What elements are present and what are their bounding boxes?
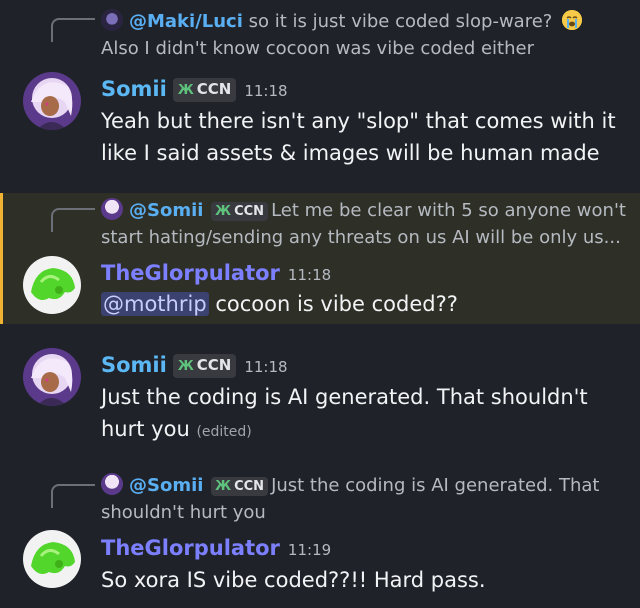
reply-spine xyxy=(51,484,95,508)
timestamp: 11:19 xyxy=(287,541,332,559)
message-header: TheGlorpulator 11:19 xyxy=(101,534,331,564)
loudly-crying-emoji-icon xyxy=(562,10,583,30)
message-header: Somii Ж CCN 11:18 xyxy=(101,351,288,381)
reply-avatar xyxy=(101,9,123,31)
guild-tag: Ж CCN xyxy=(211,477,269,496)
reply-text-line2: start hating/sending any threats on us A… xyxy=(101,227,621,248)
timestamp: 11:18 xyxy=(244,82,288,100)
reply-preview[interactable]: @Somii Ж CCN Let me be clear with 5 so any… xyxy=(101,197,630,251)
reply-avatar xyxy=(101,198,123,220)
butterfly-icon: Ж xyxy=(215,479,232,494)
message-line: Just the coding is AI generated. That sh… xyxy=(101,385,588,409)
reply-spine xyxy=(51,18,95,42)
message-content: So xora IS vibe coded??!! Hard pass. xyxy=(101,564,622,596)
guild-tag[interactable]: Ж CCN xyxy=(172,78,237,102)
message-2-highlighted: @Somii Ж CCN Let me be clear with 5 so any… xyxy=(0,193,640,324)
timestamp: 11:18 xyxy=(287,266,332,284)
message-1: @Maki/Luci so it is just vibe coded slop… xyxy=(0,0,640,185)
message-text: So xora IS vibe coded??!! Hard pass. xyxy=(101,568,486,592)
guild-tag: Ж CCN xyxy=(211,202,269,221)
reply-avatar xyxy=(101,473,123,495)
edited-label: (edited) xyxy=(196,424,252,440)
message-line: like I said assets & images will be huma… xyxy=(101,141,600,165)
reply-author[interactable]: @Maki/Luci xyxy=(129,11,243,32)
avatar[interactable] xyxy=(23,530,81,588)
avatar[interactable] xyxy=(23,348,81,406)
message-content: Yeah but there isn't any "slop" that com… xyxy=(101,105,622,169)
user-mention[interactable]: @mothrip xyxy=(101,292,209,316)
message-header: TheGlorpulator 11:18 xyxy=(101,259,331,289)
message-header: Somii Ж CCN 11:18 xyxy=(101,75,288,105)
timestamp: 11:18 xyxy=(244,358,288,376)
message-content: @mothrip cocoon is vibe coded?? xyxy=(101,288,622,320)
guild-tag[interactable]: Ж CCN xyxy=(172,354,237,378)
message-line: Yeah but there isn't any "slop" that com… xyxy=(101,109,616,133)
avatar[interactable] xyxy=(23,72,81,130)
butterfly-icon: Ж xyxy=(177,359,194,374)
message-line: hurt you xyxy=(101,417,190,441)
message-content: Just the coding is AI generated. That sh… xyxy=(101,381,622,448)
message-4: @Somii Ж CCN Just the coding is AI generat… xyxy=(0,466,640,608)
reply-text: so it is just vibe coded slop-ware? xyxy=(248,11,553,32)
reply-preview[interactable]: @Maki/Luci so it is just vibe coded slop… xyxy=(101,8,630,62)
reply-spine xyxy=(51,208,95,232)
username[interactable]: Somii xyxy=(101,353,167,377)
reply-preview[interactable]: @Somii Ж CCN Just the coding is AI generat… xyxy=(101,472,630,526)
reply-text-line2: Also I didn't know cocoon was vibe coded… xyxy=(101,38,534,59)
username[interactable]: Somii xyxy=(101,77,167,101)
butterfly-icon: Ж xyxy=(215,204,232,219)
username[interactable]: TheGlorpulator xyxy=(101,536,280,560)
message-text: cocoon is vibe coded?? xyxy=(208,292,458,316)
username[interactable]: TheGlorpulator xyxy=(101,261,280,285)
reply-author[interactable]: @Somii xyxy=(129,200,203,221)
reply-author[interactable]: @Somii xyxy=(129,475,203,496)
message-3: Somii Ж CCN 11:18 Just the coding is AI gen… xyxy=(0,334,640,454)
butterfly-icon: Ж xyxy=(177,83,194,98)
reply-text: Let me be clear with 5 so anyone won't xyxy=(271,200,626,221)
reply-text-line2: shouldn't hurt you xyxy=(101,502,266,523)
reply-text: Just the coding is AI generated. That xyxy=(271,475,600,496)
avatar[interactable] xyxy=(23,256,81,314)
